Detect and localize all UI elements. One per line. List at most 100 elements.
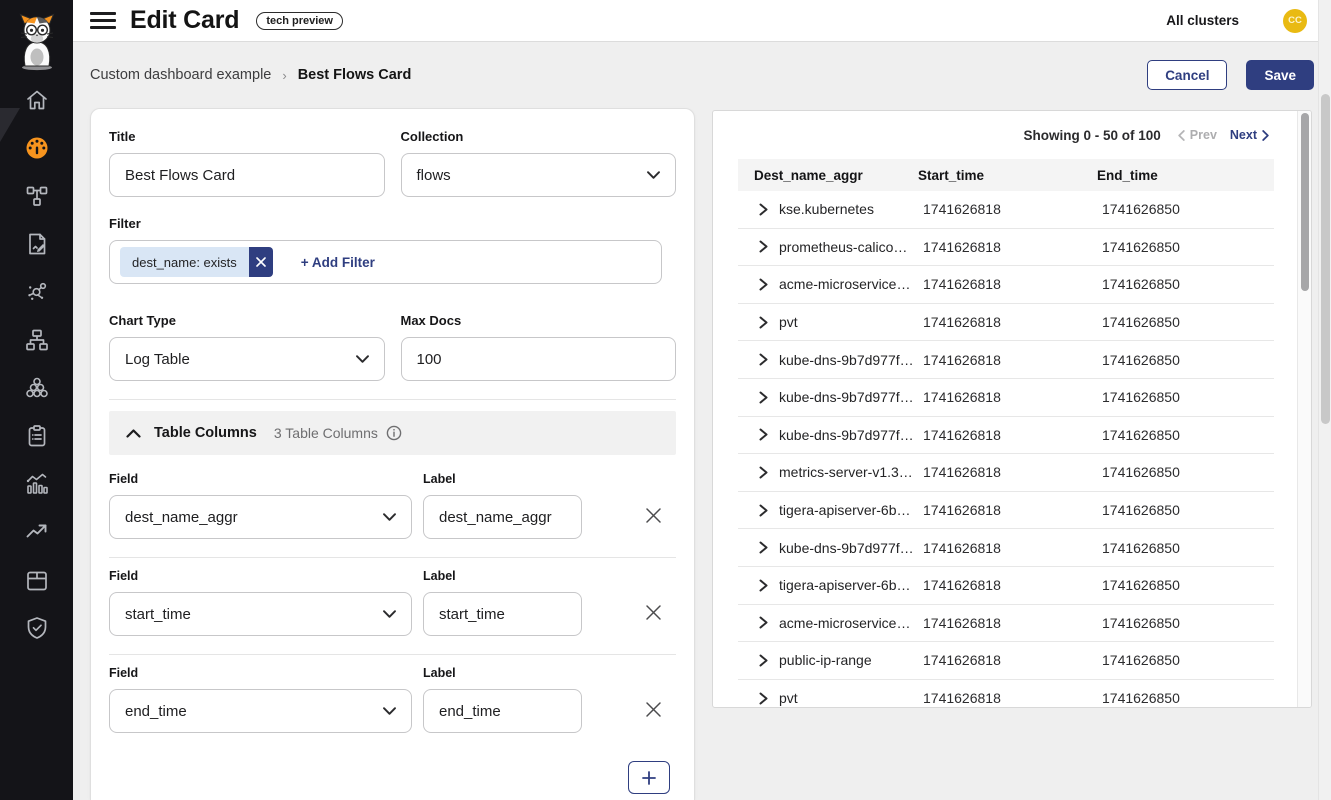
expand-row-chevron[interactable] bbox=[759, 353, 768, 366]
top-bar: Edit Card tech preview All clusters CC bbox=[73, 0, 1331, 42]
field-label: Field bbox=[109, 569, 412, 583]
label-input[interactable] bbox=[423, 495, 582, 539]
clipboard-list-icon bbox=[24, 423, 50, 449]
avatar[interactable]: CC bbox=[1283, 9, 1307, 33]
table-row[interactable]: kube-dns-9b7d977f…17416268181741626850 bbox=[738, 529, 1274, 567]
column-header-end-time[interactable]: End_time bbox=[1097, 168, 1274, 183]
cluster-selector[interactable]: All clusters bbox=[1166, 13, 1239, 28]
chart-type-value: Log Table bbox=[125, 351, 190, 368]
title-input[interactable] bbox=[109, 153, 385, 197]
row-dest-name: kube-dns-9b7d977f… bbox=[779, 389, 914, 405]
expand-row-chevron[interactable] bbox=[759, 692, 768, 705]
table-row[interactable]: prometheus-calico…17416268181741626850 bbox=[738, 229, 1274, 267]
expand-row-chevron[interactable] bbox=[759, 654, 768, 667]
column-header-dest-name-aggr[interactable]: Dest_name_aggr bbox=[738, 168, 918, 183]
remove-column-button[interactable] bbox=[644, 603, 663, 622]
table-row[interactable]: public-ip-range17416268181741626850 bbox=[738, 642, 1274, 680]
filter-chip: dest_name: exists bbox=[120, 247, 249, 277]
table-columns-count: 3 Table Columns bbox=[274, 425, 378, 441]
breadcrumb-parent[interactable]: Custom dashboard example bbox=[90, 67, 271, 83]
remove-column-button[interactable] bbox=[644, 506, 663, 525]
row-dest-name: metrics-server-v1.3… bbox=[779, 464, 913, 480]
sidebar-item-analytics[interactable] bbox=[0, 460, 73, 508]
sidebar-item-security[interactable] bbox=[0, 604, 73, 652]
table-row[interactable]: acme-microservice…17416268181741626850 bbox=[738, 605, 1274, 643]
close-icon bbox=[644, 700, 663, 719]
label-input[interactable] bbox=[423, 592, 582, 636]
cancel-button[interactable]: Cancel bbox=[1147, 60, 1227, 90]
expand-row-chevron[interactable] bbox=[759, 541, 768, 554]
field-select[interactable]: end_time bbox=[109, 689, 412, 733]
table-row[interactable]: pvt17416268181741626850 bbox=[738, 680, 1274, 708]
label-input[interactable] bbox=[423, 689, 582, 733]
expand-row-chevron[interactable] bbox=[759, 466, 768, 479]
table-row[interactable]: pvt17416268181741626850 bbox=[738, 304, 1274, 342]
table-row[interactable]: tigera-apiserver-6b…17416268181741626850 bbox=[738, 492, 1274, 530]
panel-scrollbar-thumb[interactable] bbox=[1301, 113, 1309, 291]
chart-type-select[interactable]: Log Table bbox=[109, 337, 385, 381]
collection-select[interactable]: flows bbox=[401, 153, 677, 197]
sidebar-item-policy-editor[interactable] bbox=[0, 220, 73, 268]
table-row[interactable]: tigera-apiserver-6b…17416268181741626850 bbox=[738, 567, 1274, 605]
expand-row-chevron[interactable] bbox=[759, 579, 768, 592]
expand-row-chevron[interactable] bbox=[759, 316, 768, 329]
sidebar-item-trends[interactable] bbox=[0, 508, 73, 556]
column-header-start-time[interactable]: Start_time bbox=[918, 168, 1097, 183]
sidebar-item-service-graph[interactable] bbox=[0, 268, 73, 316]
row-dest-name: tigera-apiserver-6b… bbox=[779, 577, 911, 593]
calico-cat-logo[interactable] bbox=[0, 0, 73, 76]
chevron-right-icon bbox=[759, 654, 768, 667]
row-dest-name: pvt bbox=[779, 314, 798, 330]
prev-page-button[interactable]: Prev bbox=[1178, 128, 1217, 142]
sidebar-item-packages[interactable] bbox=[0, 556, 73, 604]
chevron-left-icon bbox=[1178, 130, 1185, 141]
hamburger-menu-icon[interactable] bbox=[90, 8, 116, 34]
sidebar-item-dashboards[interactable] bbox=[0, 124, 73, 172]
table-row[interactable]: acme-microservice…17416268181741626850 bbox=[738, 266, 1274, 304]
remove-column-button[interactable] bbox=[644, 700, 663, 719]
sidebar-item-compliance[interactable] bbox=[0, 412, 73, 460]
expand-row-chevron[interactable] bbox=[759, 391, 768, 404]
chevron-right-icon bbox=[759, 504, 768, 517]
chevron-right-icon bbox=[759, 316, 768, 329]
max-docs-input[interactable] bbox=[401, 337, 677, 381]
table-columns-section-header[interactable]: Table Columns 3 Table Columns bbox=[109, 411, 676, 455]
filter-box[interactable]: dest_name: exists + Add Filter bbox=[109, 240, 662, 284]
next-page-button[interactable]: Next bbox=[1230, 128, 1269, 142]
home-icon bbox=[24, 87, 50, 113]
table-row[interactable]: metrics-server-v1.3…17416268181741626850 bbox=[738, 454, 1274, 492]
expand-row-chevron[interactable] bbox=[759, 616, 768, 629]
expand-row-chevron[interactable] bbox=[759, 278, 768, 291]
sidebar-item-network-tree[interactable] bbox=[0, 316, 73, 364]
add-column-button[interactable] bbox=[628, 761, 670, 794]
expand-row-chevron[interactable] bbox=[759, 203, 768, 216]
label-label: Label bbox=[423, 472, 582, 486]
row-end-time: 1741626850 bbox=[1097, 577, 1274, 593]
table-row[interactable]: kse.kubernetes17416268181741626850 bbox=[738, 191, 1274, 229]
chevron-right-icon bbox=[759, 391, 768, 404]
row-start-time: 1741626818 bbox=[918, 502, 1097, 518]
field-select[interactable]: dest_name_aggr bbox=[109, 495, 412, 539]
expand-row-chevron[interactable] bbox=[759, 240, 768, 253]
close-icon bbox=[256, 257, 266, 267]
column-row-divider bbox=[109, 557, 676, 558]
remove-filter-button[interactable] bbox=[249, 247, 273, 277]
table-row[interactable]: kube-dns-9b7d977f…17416268181741626850 bbox=[738, 341, 1274, 379]
chevron-up-icon[interactable] bbox=[126, 429, 141, 438]
sidebar-item-topology[interactable] bbox=[0, 172, 73, 220]
info-icon[interactable] bbox=[386, 425, 402, 441]
window-scrollbar-thumb[interactable] bbox=[1321, 94, 1330, 424]
row-start-time: 1741626818 bbox=[918, 615, 1097, 631]
sidebar-item-clusters[interactable] bbox=[0, 364, 73, 412]
chevron-right-icon bbox=[759, 240, 768, 253]
save-button[interactable]: Save bbox=[1246, 60, 1314, 90]
add-filter-button[interactable]: + Add Filter bbox=[301, 255, 375, 270]
field-select[interactable]: start_time bbox=[109, 592, 412, 636]
expand-row-chevron[interactable] bbox=[759, 504, 768, 517]
table-row[interactable]: kube-dns-9b7d977f…17416268181741626850 bbox=[738, 379, 1274, 417]
expand-row-chevron[interactable] bbox=[759, 428, 768, 441]
table-row[interactable]: kube-dns-9b7d977f…17416268181741626850 bbox=[738, 417, 1274, 455]
cat-mascot-icon bbox=[12, 13, 62, 71]
next-label: Next bbox=[1230, 128, 1257, 142]
label-label: Label bbox=[423, 666, 582, 680]
